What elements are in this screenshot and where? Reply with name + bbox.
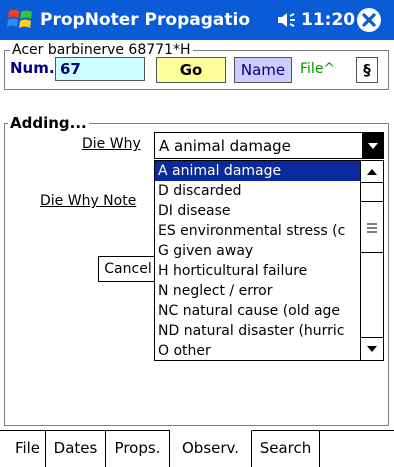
chevron-down-icon [368,143,378,149]
dropdown-option[interactable]: N neglect / error [155,281,360,301]
num-input[interactable]: 67 [55,57,145,81]
dropdown-option[interactable]: ND natural disaster (hurric [155,321,360,341]
die-why-select[interactable]: A animal damage [154,132,384,159]
scroll-up-arrow-icon[interactable] [361,161,383,183]
tab-dates[interactable]: Dates [46,431,106,467]
dropdown-option[interactable]: NC natural cause (old age [155,301,360,321]
dropdown-option[interactable]: A animal damage [155,161,360,181]
die-why-dropdown-list[interactable]: A animal damage D discarded DI disease ES e… [154,160,384,361]
app-title: PropNoter Propagatio [40,10,250,30]
close-icon [362,13,376,27]
scrollbar-thumb[interactable] [361,201,383,253]
clock[interactable]: 11:20 [301,0,355,40]
tab-file[interactable]: File [10,431,46,467]
dropdown-scrollbar[interactable] [360,161,383,360]
dropdown-option[interactable]: O other [155,341,360,360]
num-label: Num. [10,59,55,77]
windows-flag-icon[interactable] [6,5,36,35]
go-button[interactable]: Go [156,57,226,83]
section-button[interactable]: § [356,57,378,83]
name-button[interactable]: Name [234,57,292,83]
tab-bar: File Dates Props. Observ. Search [0,430,394,467]
dropdown-option[interactable]: H horticultural failure [155,261,360,281]
dropdown-arrow-button[interactable] [362,133,384,158]
dropdown-option[interactable]: DI disease [155,201,360,221]
die-why-label: Die Why [82,136,141,152]
dropdown-option[interactable]: D discarded [155,181,360,201]
die-why-value: A animal damage [159,137,291,155]
scroll-down-arrow-icon[interactable] [361,337,383,359]
adding-legend: Adding... [8,114,89,132]
die-why-note-label: Die Why Note [40,193,137,209]
cancel-button[interactable]: Cancel [98,256,158,282]
speaker-icon[interactable] [277,11,299,29]
close-button[interactable] [357,8,381,32]
dropdown-option[interactable]: G given away [155,241,360,261]
file-link[interactable]: File^ [300,61,335,77]
record-legend: Acer barbinerve 68771*H [10,42,193,58]
tab-observ[interactable]: Observ. [170,430,252,467]
tab-search[interactable]: Search [252,431,320,467]
dropdown-option[interactable]: ES environmental stress (c [155,221,360,241]
tab-props[interactable]: Props. [106,431,170,467]
